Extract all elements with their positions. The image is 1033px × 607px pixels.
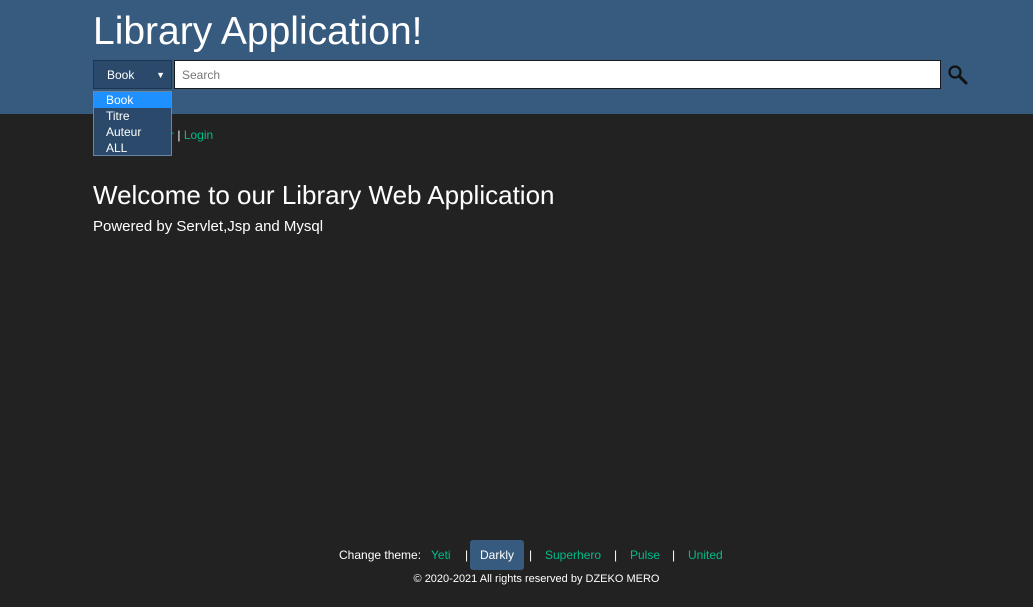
theme-link-yeti[interactable]: Yeti (431, 540, 451, 570)
search-type-value: Book (107, 68, 135, 82)
search-input[interactable] (174, 60, 941, 89)
theme-link-superhero[interactable]: Superhero (545, 540, 601, 570)
welcome-title: Welcome to our Library Web Application (93, 180, 555, 210)
welcome-subtitle: Powered by Servlet,Jsp and Mysql (93, 218, 324, 235)
theme-separator: | (672, 548, 676, 562)
search-type-dropdown: Book Titre Auteur ALL (93, 91, 172, 156)
search-type-select[interactable]: Book ▼ (93, 60, 172, 89)
dropdown-option-titre[interactable]: Titre (94, 108, 171, 124)
search-icon[interactable] (946, 63, 970, 87)
chevron-down-icon: ▼ (156, 70, 165, 80)
copyright: © 2020-2021 All rights reserved by DZEKO… (413, 573, 660, 585)
nav-separator: | (177, 128, 181, 142)
dropdown-option-book[interactable]: Book (94, 92, 171, 108)
theme-link-united[interactable]: United (688, 540, 723, 570)
theme-separator: | (529, 548, 533, 562)
dropdown-option-auteur[interactable]: Auteur (94, 124, 171, 140)
dropdown-option-all[interactable]: ALL (94, 140, 171, 156)
theme-link-pulse[interactable]: Pulse (630, 540, 660, 570)
theme-separator: | (465, 548, 469, 562)
login-link[interactable]: Login (184, 128, 213, 142)
theme-link-darkly[interactable]: Darkly (470, 540, 525, 570)
change-theme-label: Change theme: (339, 548, 422, 562)
theme-separator: | (614, 548, 618, 562)
app-title: Library Application! (93, 10, 423, 53)
